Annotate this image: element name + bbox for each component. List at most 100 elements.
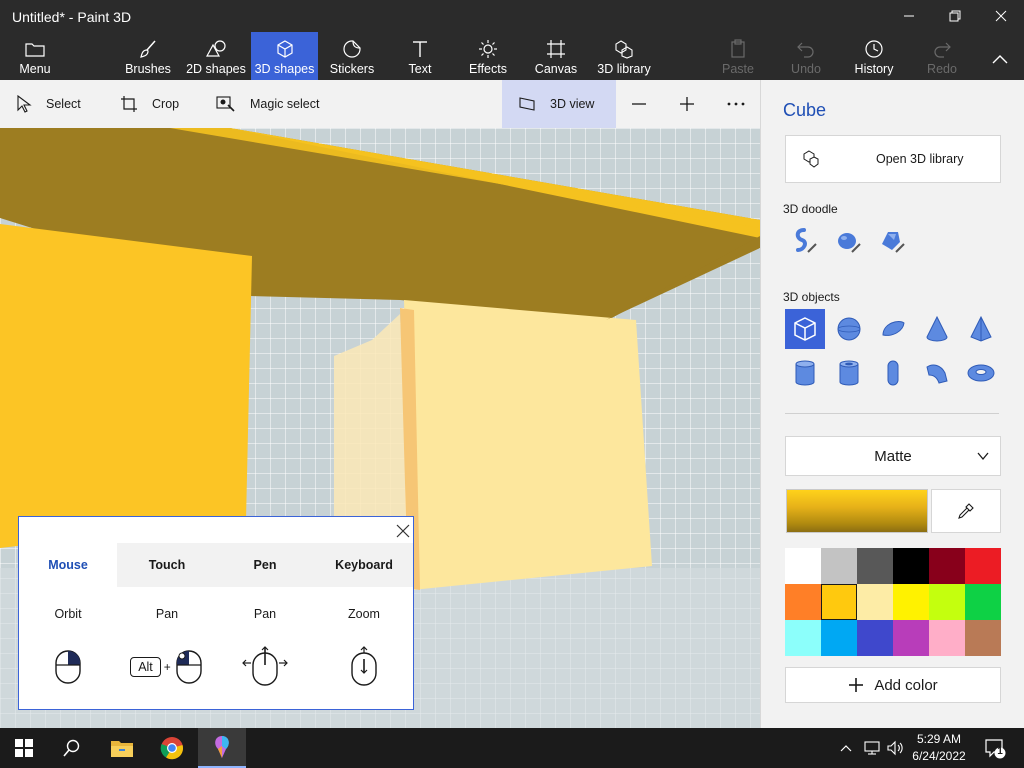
crop-label: Crop <box>152 97 180 111</box>
file-explorer-button[interactable] <box>98 728 146 768</box>
panel-divider <box>785 413 999 414</box>
donut-object-tool[interactable] <box>961 353 1001 393</box>
sphere-object-tool[interactable] <box>829 309 869 349</box>
color-swatch[interactable] <box>785 548 821 584</box>
color-swatch[interactable] <box>893 548 929 584</box>
paint-3d-taskbar-button[interactable] <box>198 728 246 768</box>
tube-object-tool[interactable] <box>829 353 869 393</box>
color-swatch[interactable] <box>965 548 1001 584</box>
redo-label: Redo <box>927 62 957 76</box>
pale-yellow-block <box>404 300 652 590</box>
capsule-object-tool[interactable] <box>873 353 913 393</box>
redo-button[interactable]: Redo <box>922 32 962 80</box>
select-tool[interactable]: Select <box>16 80 81 128</box>
3d-doodle-label: 3D doodle <box>783 202 838 216</box>
pyramid-object-tool[interactable] <box>961 309 1001 349</box>
notification-center-button[interactable]: 1 <box>980 728 1010 768</box>
color-swatch[interactable] <box>965 584 1001 620</box>
undo-button[interactable]: Undo <box>786 32 826 80</box>
more-options-button[interactable] <box>726 80 760 128</box>
restore-button[interactable] <box>932 0 978 32</box>
cube-object-tool[interactable] <box>785 309 825 349</box>
color-swatch[interactable] <box>929 620 965 656</box>
menu-button[interactable]: Menu <box>12 32 58 80</box>
zoom-out-button[interactable] <box>630 80 662 128</box>
color-swatch[interactable] <box>785 584 821 620</box>
eyedropper-button[interactable] <box>931 489 1001 533</box>
volume-icon <box>887 740 903 756</box>
effects-tab[interactable]: Effects <box>464 32 512 80</box>
cone-object-tool[interactable] <box>917 309 957 349</box>
folder-icon <box>111 741 133 757</box>
color-swatch[interactable] <box>785 620 821 656</box>
chevron-up-icon <box>840 745 852 752</box>
2d-shapes-icon <box>205 40 226 57</box>
collapse-ribbon-button[interactable] <box>982 32 1018 80</box>
hemisphere-icon <box>882 321 905 336</box>
current-color-preview[interactable] <box>786 489 928 533</box>
cursor-arrow-icon <box>17 95 32 113</box>
stickers-tab[interactable]: Stickers <box>326 32 378 80</box>
sun-icon <box>479 40 497 58</box>
volume-button[interactable] <box>884 728 906 768</box>
crop-icon <box>121 96 137 112</box>
plus-sign: + <box>163 660 171 674</box>
sharp-edge-doodle-tool[interactable] <box>785 221 825 261</box>
color-swatch[interactable] <box>965 620 1001 656</box>
add-color-button[interactable]: Add color <box>785 667 1001 703</box>
color-swatch[interactable] <box>857 620 893 656</box>
tab-mouse[interactable]: Mouse <box>19 543 117 587</box>
color-swatch[interactable] <box>929 584 965 620</box>
tab-keyboard[interactable]: Keyboard <box>315 543 413 587</box>
close-popup-button[interactable] <box>393 521 413 541</box>
magic-select-tool[interactable]: Magic select <box>216 80 319 128</box>
show-hidden-icons-button[interactable] <box>836 728 856 768</box>
brushes-tab[interactable]: Brushes <box>122 32 174 80</box>
paste-button[interactable]: Paste <box>718 32 758 80</box>
3d-view-toggle[interactable]: 3D view <box>502 80 616 128</box>
color-swatch[interactable] <box>821 548 857 584</box>
tab-pen[interactable]: Pen <box>216 543 314 587</box>
2d-shapes-label: 2D shapes <box>186 62 246 76</box>
curved-cylinder-object-tool[interactable] <box>917 353 957 393</box>
system-clock[interactable]: 5:29 AM 6/24/2022 <box>906 731 972 765</box>
color-swatch[interactable] <box>929 548 965 584</box>
start-button[interactable] <box>0 728 48 768</box>
cylinder-icon <box>795 360 815 386</box>
network-button[interactable] <box>860 728 884 768</box>
hemisphere-object-tool[interactable] <box>873 309 913 349</box>
material-dropdown[interactable]: Matte <box>785 436 1001 476</box>
color-swatch[interactable] <box>857 584 893 620</box>
color-swatch[interactable] <box>821 620 857 656</box>
color-swatch[interactable] <box>857 548 893 584</box>
3d-library-tab[interactable]: 3D library <box>596 32 652 80</box>
zoom-in-button[interactable] <box>678 80 710 128</box>
3d-objects-label: 3D objects <box>783 290 840 304</box>
open-3d-library-button[interactable]: Open 3D library <box>785 135 1001 183</box>
chrome-button[interactable] <box>148 728 196 768</box>
crop-tool[interactable]: Crop <box>120 80 179 128</box>
text-tab[interactable]: Text <box>398 32 442 80</box>
history-button[interactable]: History <box>850 32 898 80</box>
tab-touch[interactable]: Touch <box>118 543 216 587</box>
search-button[interactable] <box>48 728 96 768</box>
cylinder-object-tool[interactable] <box>785 353 825 393</box>
undo-label: Undo <box>791 62 821 76</box>
color-swatch[interactable] <box>893 620 929 656</box>
clock-date: 6/24/2022 <box>912 749 966 763</box>
undo-icon <box>797 42 814 58</box>
chevron-down-icon <box>977 452 989 461</box>
tube-doodle-tool[interactable] <box>873 221 913 261</box>
2d-shapes-tab[interactable]: 2D shapes <box>184 32 248 80</box>
paste-label: Paste <box>722 62 754 76</box>
canvas-tab[interactable]: Canvas <box>532 32 580 80</box>
color-swatch[interactable] <box>893 584 929 620</box>
close-window-button[interactable] <box>978 0 1024 32</box>
minimize-button[interactable] <box>886 0 932 32</box>
soft-edge-doodle-tool[interactable] <box>829 221 869 261</box>
history-icon <box>865 40 883 58</box>
paste-icon <box>731 39 745 58</box>
3d-shapes-tab[interactable]: 3D shapes <box>251 32 318 80</box>
clock-time: 5:29 AM <box>916 732 962 746</box>
color-swatch[interactable] <box>821 584 857 620</box>
